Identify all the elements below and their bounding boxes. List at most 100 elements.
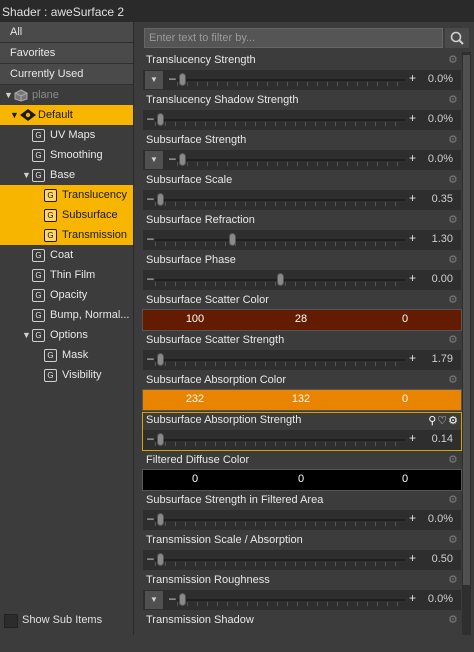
color-swatch[interactable]: 0 0 0 — [142, 469, 462, 491]
slider-track[interactable] — [155, 199, 405, 201]
property-value[interactable]: 0.00 — [432, 273, 453, 285]
increment-button[interactable]: + — [409, 511, 416, 525]
category-item[interactable]: Currently Used — [0, 64, 133, 85]
decrement-button[interactable]: – — [169, 591, 176, 605]
slider-thumb[interactable] — [157, 353, 164, 366]
tree-node[interactable]: G Coat — [0, 245, 133, 265]
search-button[interactable] — [445, 28, 469, 48]
slider-control[interactable]: – +0.0% — [143, 110, 461, 130]
property-value[interactable]: 1.79 — [432, 353, 453, 365]
property-value[interactable]: 0.0% — [428, 153, 453, 165]
decrement-button[interactable]: – — [147, 551, 154, 565]
decrement-button[interactable]: – — [147, 351, 154, 365]
link-icon[interactable]: ⚲ — [428, 415, 437, 427]
slider-track[interactable] — [155, 119, 405, 121]
slider-track[interactable] — [155, 239, 405, 241]
color-swatch[interactable]: 232 132 0 — [142, 389, 462, 411]
gear-icon[interactable]: ⚙ — [448, 495, 459, 506]
tree-node[interactable]: ▼ plane — [0, 85, 133, 105]
gear-icon[interactable]: ⚙ — [448, 375, 459, 386]
decrement-button[interactable]: – — [147, 431, 154, 445]
expand-arrow-icon[interactable]: ▼ — [10, 105, 19, 125]
slider-thumb[interactable] — [157, 433, 164, 446]
slider-control[interactable]: ▼ – +0.0% — [143, 150, 461, 170]
gear-icon[interactable]: ⚙ — [448, 535, 459, 546]
property-value[interactable]: 0.0% — [428, 593, 453, 605]
decrement-button[interactable]: – — [147, 231, 154, 245]
slider-thumb[interactable] — [229, 233, 236, 246]
gear-icon[interactable]: ⚙ — [448, 215, 459, 226]
slider-control[interactable]: – +0.00 — [143, 270, 461, 290]
slider-track[interactable] — [155, 559, 405, 561]
slider-track[interactable] — [155, 359, 405, 361]
tree-node[interactable]: G Smoothing — [0, 145, 133, 165]
slider-thumb[interactable] — [157, 513, 164, 526]
dropdown-arrow-icon[interactable]: ▼ — [145, 591, 163, 609]
increment-button[interactable]: + — [409, 191, 416, 205]
decrement-button[interactable]: – — [147, 271, 154, 285]
scrollbar[interactable] — [462, 52, 471, 635]
gear-icon[interactable]: ⚙ — [448, 295, 459, 306]
gear-icon[interactable]: ⚙ — [448, 575, 459, 586]
property-value[interactable]: 0.35 — [432, 193, 453, 205]
color-swatch[interactable]: 100 28 0 — [142, 309, 462, 331]
slider-thumb[interactable] — [277, 273, 284, 286]
property-value[interactable]: 0.0% — [428, 73, 453, 85]
slider-thumb[interactable] — [157, 193, 164, 206]
slider-thumb[interactable] — [179, 593, 186, 606]
slider-control[interactable]: – +0.14 — [143, 430, 461, 450]
color-channel-value[interactable]: 28 — [271, 313, 331, 325]
gear-icon[interactable]: ⚙ — [448, 175, 459, 186]
decrement-button[interactable]: – — [169, 71, 176, 85]
tree-node[interactable]: G Opacity — [0, 285, 133, 305]
tree-node[interactable]: ▼ G Base — [0, 165, 133, 185]
increment-button[interactable]: + — [409, 431, 416, 445]
gear-icon[interactable]: ⚙ — [448, 55, 459, 66]
scrollbar-thumb[interactable] — [463, 55, 470, 585]
decrement-button[interactable]: – — [169, 151, 176, 165]
slider-thumb[interactable] — [157, 553, 164, 566]
slider-control[interactable]: ▼ – +0.0% — [143, 70, 461, 90]
property-value[interactable]: 1.30 — [432, 233, 453, 245]
increment-button[interactable]: + — [409, 351, 416, 365]
slider-track[interactable] — [155, 519, 405, 521]
decrement-button[interactable]: – — [147, 191, 154, 205]
dropdown-arrow-icon[interactable]: ▼ — [145, 151, 163, 169]
filter-input[interactable]: Enter text to filter by... — [144, 28, 443, 48]
tree-node[interactable]: G Transmission — [0, 225, 133, 245]
tree-node[interactable]: G Thin Film — [0, 265, 133, 285]
increment-button[interactable]: + — [409, 151, 416, 165]
gear-icon[interactable]: ⚙ — [448, 615, 459, 626]
slider-control[interactable]: – +1.79 — [143, 350, 461, 370]
tree-node[interactable]: G Visibility — [0, 365, 133, 385]
color-channel-value[interactable]: 232 — [165, 393, 225, 405]
property-value[interactable]: 0.0% — [428, 513, 453, 525]
color-channel-value[interactable]: 132 — [271, 393, 331, 405]
increment-button[interactable]: + — [409, 271, 416, 285]
slider-track[interactable] — [177, 599, 405, 601]
increment-button[interactable]: + — [409, 551, 416, 565]
show-sub-items-checkbox[interactable] — [4, 614, 18, 628]
color-channel-value[interactable]: 100 — [165, 313, 225, 325]
color-channel-value[interactable]: 0 — [271, 473, 331, 485]
expand-arrow-icon[interactable]: ▼ — [4, 85, 13, 105]
slider-track[interactable] — [177, 159, 405, 161]
decrement-button[interactable]: – — [147, 111, 154, 125]
color-channel-value[interactable]: 0 — [165, 473, 225, 485]
color-channel-value[interactable]: 0 — [375, 313, 435, 325]
tree-node[interactable]: ▼ G Options — [0, 325, 133, 345]
tree-node[interactable]: G Subsurface — [0, 205, 133, 225]
property-value[interactable]: 0.0% — [428, 113, 453, 125]
slider-thumb[interactable] — [179, 73, 186, 86]
slider-control[interactable]: ▼ – +0.0% — [143, 590, 461, 610]
slider-thumb[interactable] — [179, 153, 186, 166]
tree-node[interactable]: ▼ Default — [0, 105, 133, 125]
decrement-button[interactable]: – — [147, 511, 154, 525]
category-item[interactable]: All — [0, 22, 133, 43]
slider-control[interactable]: – +0.50 — [143, 550, 461, 570]
slider-control[interactable]: – +0.35 — [143, 190, 461, 210]
expand-arrow-icon[interactable]: ▼ — [22, 325, 31, 345]
expand-arrow-icon[interactable]: ▼ — [22, 165, 31, 185]
gear-icon[interactable]: ⚙ — [448, 455, 459, 466]
color-channel-value[interactable]: 0 — [375, 473, 435, 485]
